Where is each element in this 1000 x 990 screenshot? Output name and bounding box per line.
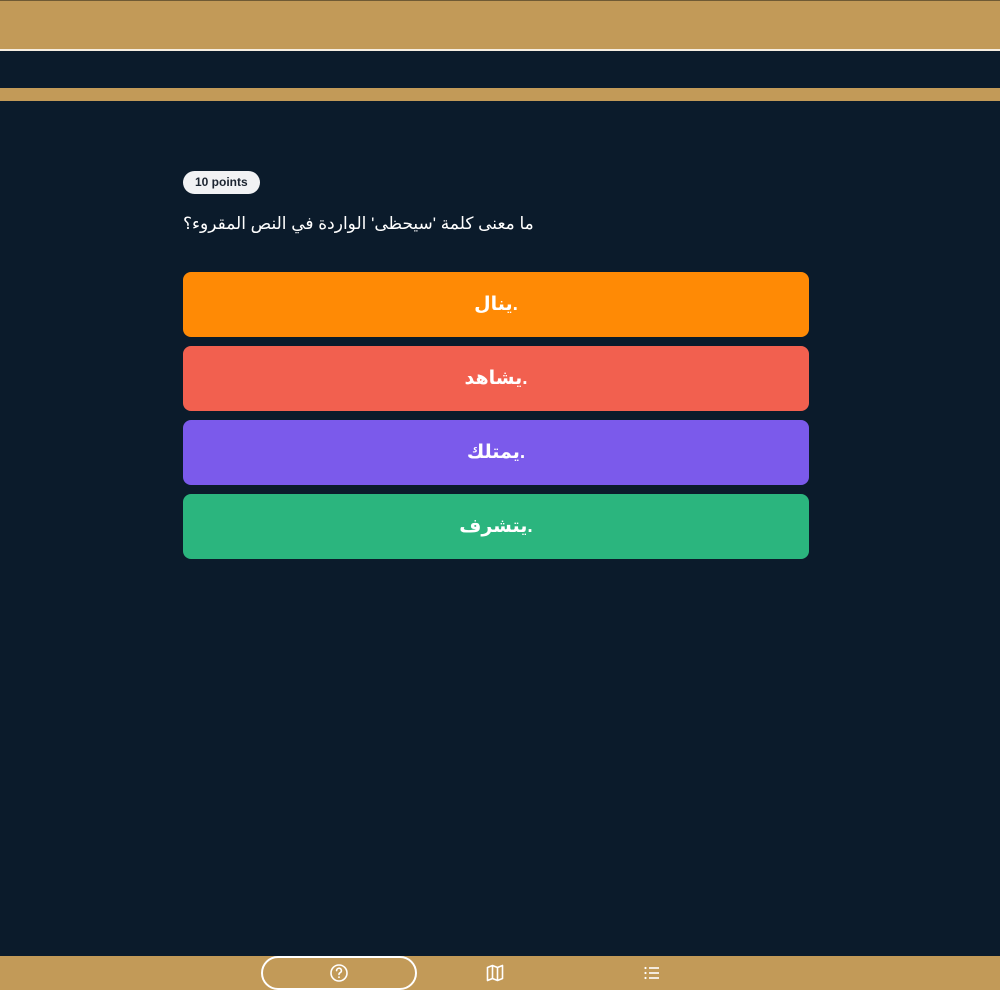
answer-option-3[interactable]: يمتلك.: [183, 420, 809, 485]
answer-label: ينال.: [474, 294, 518, 315]
answer-option-2[interactable]: يشاهد.: [183, 346, 809, 411]
top-bar: [0, 0, 1000, 51]
question-text: ما معنى كلمة 'سيحظى' الواردة في النص الم…: [183, 214, 534, 233]
answer-option-4[interactable]: يتشرف.: [183, 494, 809, 559]
quiz-card: 10 points ما معنى كلمة 'سيحظى' الواردة ف…: [183, 171, 809, 568]
map-button[interactable]: [478, 956, 512, 990]
map-icon: [486, 964, 504, 982]
answer-label: يشاهد.: [464, 368, 528, 389]
answer-label: يمتلك.: [466, 442, 526, 463]
answer-option-1[interactable]: ينال.: [183, 272, 809, 337]
list-icon: [644, 966, 659, 980]
help-circle-icon: [330, 964, 348, 982]
help-button[interactable]: [261, 956, 417, 990]
points-badge: 10 points: [183, 171, 260, 194]
progress-bar: [0, 88, 1000, 101]
list-button[interactable]: [635, 956, 669, 990]
answer-list: ينال. يشاهد. يمتلك. يتشرف.: [183, 272, 809, 559]
bottom-nav: [0, 956, 1000, 990]
progress-fill: [0, 88, 1000, 101]
answer-label: يتشرف.: [459, 516, 533, 537]
